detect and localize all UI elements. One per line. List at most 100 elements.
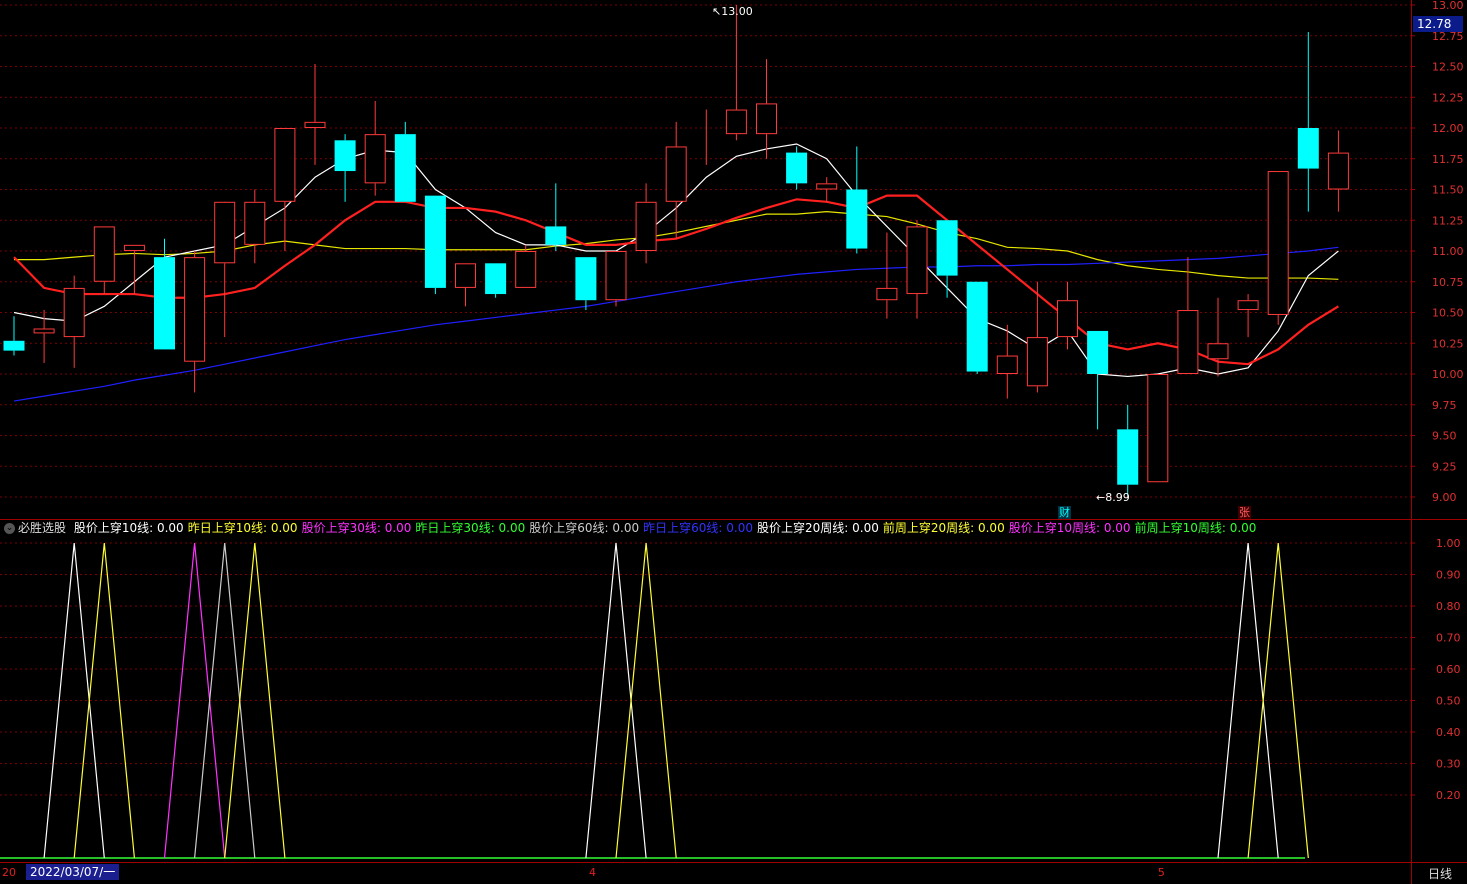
indicator-tick-label: 1.00 [1436,537,1461,550]
candle[interactable] [485,263,507,298]
price-tick-label: 10.50 [1432,307,1464,320]
candle-body-up [1057,300,1078,338]
finance-marker[interactable]: 财 [1058,506,1071,519]
candle[interactable] [966,281,988,374]
legend-item: 前周上穿20周线: 0.00 [882,521,1005,535]
candle-body-up [1237,300,1259,311]
candle[interactable] [334,134,356,202]
candles[interactable] [3,5,1349,499]
candle-body-down [1297,128,1319,169]
candle-body-up [123,244,145,252]
signal-spike [1217,542,1279,859]
indicator-tick-label: 0.70 [1436,632,1461,645]
candle[interactable] [1327,130,1349,212]
indicator-tick-label: 0.40 [1436,726,1461,739]
candle[interactable] [3,316,25,356]
candle[interactable] [63,275,85,368]
candle[interactable] [635,183,657,264]
candle-body-up [1207,343,1229,360]
legend-item: 股价上穿20周线: 0.00 [757,521,879,535]
candle-body-down [424,195,446,288]
price-tick-label: 9.00 [1432,491,1457,504]
candle[interactable] [575,257,597,311]
candle[interactable] [605,251,627,307]
candle[interactable] [1297,32,1319,212]
candle[interactable] [1267,171,1289,325]
candle[interactable] [846,146,868,254]
candle-body-up [63,287,85,338]
indicator-tick-label: 0.80 [1436,600,1461,613]
kline-chart[interactable]: 13.0012.7512.5012.2512.0011.7511.5011.25… [0,0,1467,884]
price-tick-label: 9.50 [1432,430,1457,443]
price-tick-label: 12.25 [1432,91,1464,104]
candle-body-down [1117,429,1139,485]
low-price-label: ←8.99 [1096,491,1130,504]
period-button[interactable]: 日线 [1428,865,1452,882]
candle[interactable] [394,121,416,202]
candle-body-up [1177,310,1199,375]
legend-item: 前周上穿10周线: 0.00 [1134,521,1257,535]
candle[interactable] [1207,297,1229,377]
candle[interactable] [786,146,808,190]
collapse-icon[interactable]: ⌄ [4,523,15,534]
candle[interactable] [364,100,386,196]
price-tick-label: 13.00 [1432,0,1464,12]
candle[interactable] [756,59,777,159]
x-tick-label: 20 [2,866,16,879]
candle-body-up [214,201,236,264]
candle-body-up [816,183,838,190]
indicator-tick-label: 0.20 [1436,789,1461,802]
legend-item: 昨日上穿10线: 0.00 [187,521,298,535]
candle[interactable] [816,177,838,202]
candle-body-up [1147,374,1169,483]
candle[interactable] [33,310,55,363]
candle-body-down [1087,330,1109,374]
candle-body-down [485,263,507,295]
candle[interactable] [1147,374,1169,483]
price-tick-label: 10.00 [1432,368,1464,381]
candle-body-down [394,134,416,202]
zhang-marker[interactable]: 张 [1238,506,1251,519]
candle[interactable] [1087,330,1109,430]
candle[interactable] [545,183,567,251]
candle[interactable] [244,189,266,264]
indicator-name[interactable]: 必胜选股 [18,521,66,535]
candle[interactable] [665,121,687,239]
candle[interactable] [515,244,537,288]
candle-body-up [876,287,898,301]
candle-body-up [906,226,928,295]
legend-item: 昨日上穿60线: 0.00 [643,521,753,535]
candle[interactable] [725,5,747,141]
candle-body-down [846,189,868,249]
candle-body-up [304,121,326,128]
signal-spike [1247,542,1309,859]
candle[interactable] [424,195,446,295]
candle[interactable] [455,263,476,307]
candle[interactable] [1177,257,1199,375]
candle-body-down [545,226,567,245]
candle[interactable] [936,220,958,298]
candle[interactable] [93,226,115,295]
candle[interactable] [274,128,296,251]
candle[interactable] [304,64,326,165]
cursor-date: 2022/03/07/一 [26,864,120,880]
candle-body-down [3,340,25,351]
candle[interactable] [1057,281,1078,350]
candle[interactable] [214,201,236,338]
price-tick-label: 9.25 [1432,460,1457,473]
candle-body-down [936,220,958,276]
price-tick-label: 11.75 [1432,153,1464,166]
candle-body-down [334,140,356,172]
candle[interactable] [906,220,928,319]
legend-item: 股价上穿60线: 0.00 [529,521,640,535]
candle-body-up [605,251,627,301]
candle[interactable] [876,232,898,319]
candle-body-up [996,355,1018,374]
legend-item: 昨日上穿30线: 0.00 [415,521,526,535]
candle-body-down [966,281,988,372]
candle[interactable] [1117,404,1139,499]
candle[interactable] [123,244,145,295]
candle-body-up [1026,337,1048,387]
price-tick-label: 12.50 [1432,61,1464,74]
candle[interactable] [1237,294,1259,338]
